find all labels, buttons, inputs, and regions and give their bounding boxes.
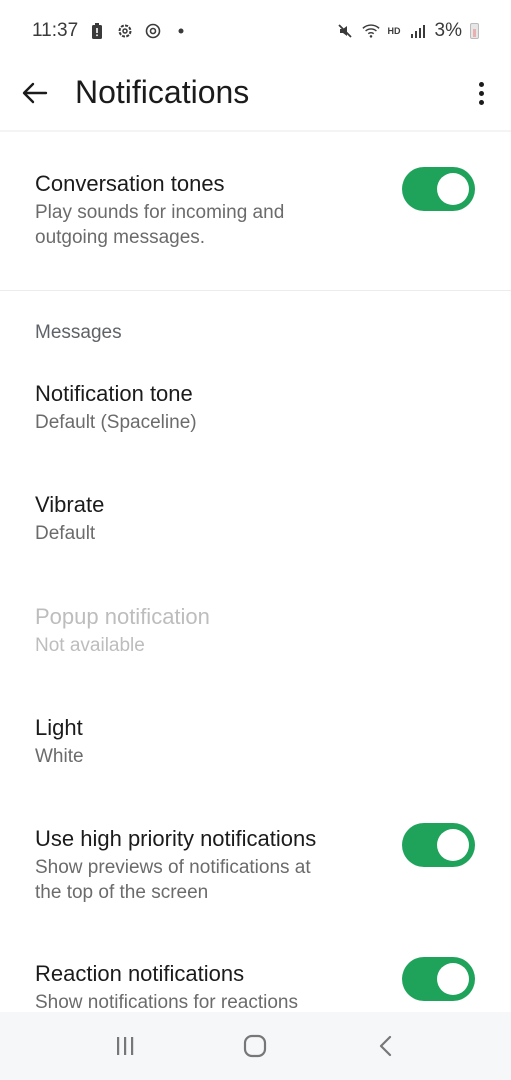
nav-back-button[interactable] [356,1026,416,1066]
notification-tone-row[interactable]: Notification tone Default (Spaceline) [0,380,511,436]
data-saver-icon [144,22,162,40]
signal-icon [409,22,427,40]
popup-notification-title: Popup notification [35,604,210,629]
status-time: 11:37 [32,20,79,41]
recents-icon [117,1037,134,1055]
toggle-knob [437,829,469,861]
more-options-button[interactable] [469,78,493,108]
light-row[interactable]: Light White [0,714,511,770]
settings-gear-icon [116,22,134,40]
messages-section-header: Messages [35,322,122,343]
battery-percent: 3% [434,20,462,41]
more-vert-icon [478,81,484,87]
mute-icon [336,22,354,40]
light-title: Light [35,715,83,740]
subtitle-line: outgoing messages. [35,227,206,248]
subtitle-line: the top of the screen [35,882,209,903]
notification-tone-value: Default (Spaceline) [35,412,197,433]
app-bar-divider [0,130,511,132]
vibrate-row[interactable]: Vibrate Default [0,491,511,547]
status-bar: 11:37 HD 3% [0,0,511,62]
notification-tone-title: Notification tone [35,381,193,406]
home-icon [244,1034,267,1058]
high-priority-toggle[interactable] [402,823,475,867]
popup-notification-value: Not available [35,635,145,656]
toggle-knob [437,963,469,995]
battery-saver-icon [88,22,106,40]
battery-icon [470,23,479,39]
more-vert-dot [478,99,484,105]
system-nav-bar [0,1012,511,1080]
conversation-tones-toggle[interactable] [402,167,475,211]
back-button[interactable] [20,78,50,108]
back-icon [379,1035,391,1057]
toggle-knob [437,173,469,205]
home-button[interactable] [225,1026,285,1066]
page-title: Notifications [75,74,250,110]
reaction-notifications-toggle[interactable] [402,957,475,1001]
wifi-icon [361,22,380,40]
app-bar: Notifications [0,62,511,130]
vibrate-title: Vibrate [35,492,105,517]
more-vert-dot [478,90,484,96]
recents-button[interactable] [95,1026,155,1066]
dot-icon [172,22,190,40]
section-divider [0,290,511,291]
vibrate-value: Default [35,523,96,544]
arrow-left-icon [22,82,48,104]
light-value: White [35,746,84,767]
popup-notification-row: Popup notification Not available [0,603,511,659]
hd-icon: HD [387,26,401,36]
